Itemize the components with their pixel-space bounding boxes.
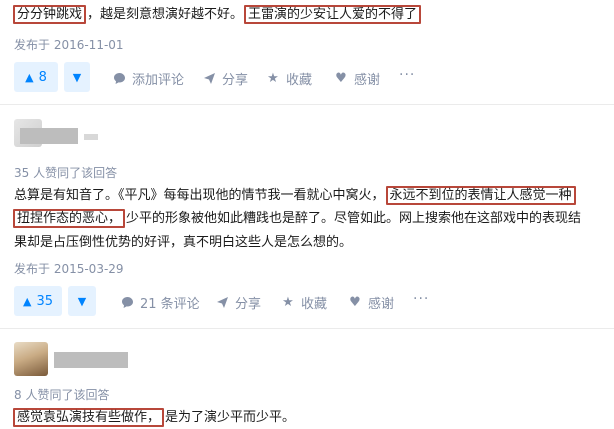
divider [0, 328, 614, 329]
favorite-button[interactable]: ★ 收藏 [266, 69, 312, 88]
action-label: 收藏 [301, 297, 328, 312]
comment-bubble-icon [112, 72, 126, 86]
action-label: 感谢 [354, 73, 381, 88]
action-label: 添加评论 [132, 73, 185, 88]
share-button[interactable]: 分享 [202, 69, 248, 88]
vote-count: 35 [36, 293, 53, 309]
highlight-box: 王雷演的少安让人爱的不得了 [244, 5, 422, 24]
share-plane-icon [215, 296, 229, 310]
thanks-button[interactable]: ♥ 感谢 [334, 69, 380, 88]
publish-date[interactable]: 发布于 2015-03-29 [14, 260, 124, 277]
agree-count: 35 人赞同了该回答 [14, 166, 118, 180]
vote-count: 8 [38, 69, 47, 85]
highlight-box: 分分钟跳戏 [13, 5, 87, 24]
answer2-text-line3: 果却是占压倒性优势的好评，真不明白这些人是怎么想的。 [14, 235, 353, 250]
highlight-box: 扭捏作态的恶心， [13, 209, 126, 228]
highlight-box: 永远不到位的表情让人感觉一种 [385, 186, 576, 205]
comment-bubble-icon [120, 296, 134, 310]
answer2-text-line2: 扭捏作态的恶心， 少平的形象被他如此糟践也是醉了。尽管如此。网上搜索他在这部戏中的… [12, 209, 582, 228]
more-button[interactable]: ··· [399, 67, 415, 83]
share-plane-icon [202, 72, 216, 86]
divider [0, 104, 614, 105]
star-icon: ★ [267, 71, 279, 86]
more-button[interactable]: ··· [413, 291, 429, 307]
comment-button[interactable]: 添加评论 [112, 69, 184, 88]
answer-text: ，越是刻意想演好越不好。 [87, 7, 244, 22]
comment-button[interactable]: 21 条评论 [120, 293, 200, 312]
star-icon: ★ [282, 295, 294, 310]
downvote-arrow-icon: ▼ [77, 294, 87, 308]
author-name-redacted [54, 352, 128, 368]
answer-text: 少平的形象被他如此糟践也是醉了。尽管如此。网上搜索他在这部戏中的表现结 [126, 211, 582, 226]
action-label: 分享 [222, 73, 249, 88]
upvote-arrow-icon: ▲ [22, 294, 32, 308]
more-dots-icon: ··· [413, 291, 430, 307]
answer-text: 是为了演少平而少平。 [165, 410, 296, 425]
action-label: 21 条评论 [140, 297, 200, 312]
downvote-button[interactable]: ▼ [64, 62, 90, 92]
publish-date[interactable]: 发布于 2016-11-01 [14, 36, 124, 53]
favorite-button[interactable]: ★ 收藏 [281, 293, 327, 312]
more-dots-icon: ··· [399, 67, 416, 83]
downvote-button[interactable]: ▼ [68, 286, 96, 316]
action-label: 感谢 [368, 297, 395, 312]
highlight-box: 感觉袁弘演技有些做作， [13, 408, 165, 427]
share-button[interactable]: 分享 [215, 293, 261, 312]
answer1-text-line1: 分分钟跳戏 ，越是刻意想演好越不好。 王雷演的少安让人爱的不得了 [12, 5, 422, 24]
heart-icon: ♥ [335, 71, 347, 86]
upvote-button[interactable]: ▲ 35 [14, 286, 62, 316]
downvote-arrow-icon: ▼ [72, 70, 82, 84]
answer-text: 总算是有知音了。《平凡》每每出现他的情节我一看就心中窝火， [14, 188, 385, 203]
author-name-redacted-tail [84, 134, 98, 140]
action-label: 分享 [235, 297, 262, 312]
thanks-button[interactable]: ♥ 感谢 [348, 293, 394, 312]
avatar[interactable] [14, 342, 48, 376]
answer2-text-line1: 总算是有知音了。《平凡》每每出现他的情节我一看就心中窝火， 永远不到位的表情让人感… [14, 186, 577, 205]
heart-icon: ♥ [349, 295, 361, 310]
upvote-arrow-icon: ▲ [25, 70, 34, 84]
upvote-button[interactable]: ▲ 8 [14, 62, 58, 92]
answer3-text-line1: 感觉袁弘演技有些做作， 是为了演少平而少平。 [12, 408, 296, 427]
action-label: 收藏 [286, 73, 313, 88]
agree-count: 8 人赞同了该回答 [14, 388, 110, 402]
author-name-redacted [20, 128, 78, 144]
